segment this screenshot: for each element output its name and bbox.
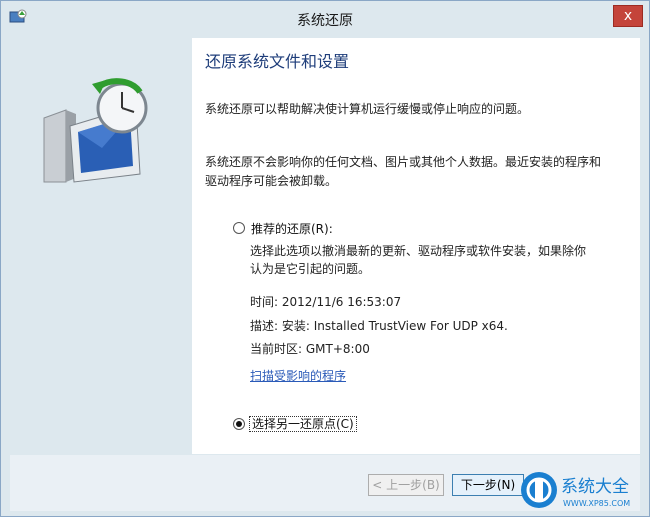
note-line-2: 驱动程序可能会被卸载。: [205, 174, 338, 188]
computer-restore-icon: [43, 78, 148, 183]
intro-text: 系统还原可以帮助解决使计算机运行缓慢或停止响应的问题。: [205, 102, 530, 116]
system-restore-window: 系统还原 x 还原系统文件和设置 系统还原可以帮助解决使计算机运行缓慢或停止响应…: [0, 0, 650, 517]
dialog-body: 还原系统文件和设置 系统还原可以帮助解决使计算机运行缓慢或停止响应的问题。 系统…: [10, 38, 640, 454]
title-bar[interactable]: 系统还原 x: [1, 1, 649, 37]
next-button[interactable]: 下一步(N): [452, 474, 524, 496]
watermark-title: 系统大全: [561, 477, 629, 497]
restore-time: 时间: 2012/11/6 16:53:07: [250, 295, 402, 309]
restore-description: 描述: 安装: Installed TrustView For UDP x64.: [250, 319, 508, 333]
page-heading: 还原系统文件和设置: [205, 52, 350, 71]
current-timezone: 当前时区: GMT+8:00: [250, 342, 370, 356]
recommended-restore-label[interactable]: 推荐的还原(R):: [251, 220, 333, 237]
recommended-desc-line-1: 选择此选项以撤消最新的更新、驱动程序或软件安装，如果除你: [250, 244, 587, 258]
watermark-url: WWW.XP85.COM: [563, 499, 630, 508]
recommended-desc-line-2: 认为是它引起的问题。: [250, 262, 371, 276]
content-panel: 还原系统文件和设置 系统还原可以帮助解决使计算机运行缓慢或停止响应的问题。 系统…: [193, 38, 640, 454]
close-button[interactable]: x: [613, 5, 643, 27]
recommended-restore-radio[interactable]: [233, 222, 245, 234]
note-line-1: 系统还原不会影响你的任何文档、图片或其他个人数据。最近安装的程序和: [205, 155, 602, 169]
other-restore-point-text: 选择另一还原点(C): [249, 416, 357, 432]
back-button[interactable]: < 上一步(B): [368, 474, 444, 496]
window-title: 系统还原: [297, 13, 353, 29]
sidebar-panel: [10, 38, 192, 454]
other-restore-point-radio[interactable]: [233, 418, 245, 430]
other-restore-point-label[interactable]: 选择另一还原点(C): [249, 415, 357, 432]
scan-affected-programs-link[interactable]: 扫描受影响的程序: [250, 367, 346, 384]
watermark-logo: 系统大全 WWW.XP85.COM: [521, 472, 630, 508]
